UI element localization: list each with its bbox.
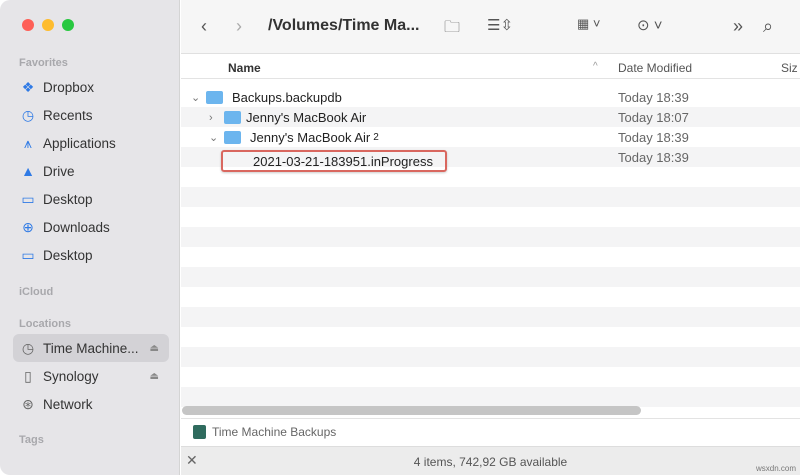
column-header: Name ^ Date Modified Siz	[181, 55, 800, 79]
folder-icon: ▭	[21, 246, 35, 263]
sidebar-item-label: Time Machine...	[43, 340, 139, 356]
file-name: Jenny's MacBook Air	[250, 130, 371, 145]
horizontal-scrollbar[interactable]	[182, 406, 641, 415]
favorites-heading: Favorites	[19, 57, 68, 69]
close-window-button[interactable]	[22, 19, 34, 31]
sidebar-item-label: Desktop	[43, 247, 93, 263]
locations-heading: Locations	[19, 318, 71, 330]
icloud-heading: iCloud	[19, 286, 54, 298]
sidebar-item-label: Downloads	[43, 219, 110, 235]
path-bar: Time Machine Backups	[181, 418, 800, 445]
file-name: Backups.backupdb	[232, 90, 342, 105]
back-button[interactable]: ‹	[201, 16, 207, 37]
sidebar-item-label: Synology	[43, 368, 99, 384]
table-row[interactable]: › Jenny's MacBook Air Today 18:07	[181, 107, 800, 127]
sidebar-item-label: Drive	[43, 163, 75, 179]
toolbar: ‹ › /Volumes/Time Ma... 🗀 ☰⇳ ▦ ˅ ⊙ ˅ » ⌕	[181, 0, 800, 54]
date-modified: Today 18:39	[618, 130, 689, 145]
file-name: Jenny's MacBook Air	[246, 110, 367, 125]
document-icon: ▯	[24, 367, 32, 384]
folder-icon	[224, 111, 241, 124]
date-modified: Today 18:07	[618, 110, 689, 125]
chevron-down-icon[interactable]: ⌄	[209, 131, 219, 144]
date-modified: Today 18:39	[618, 150, 689, 165]
chevron-right-icon[interactable]: ›	[209, 112, 219, 124]
desktop-icon: ▭	[21, 190, 35, 207]
clock-icon: ◷	[21, 106, 35, 123]
sidebar-item-desktop-folder[interactable]: ▭ Desktop	[13, 241, 169, 269]
file-name: 2021-03-21-183951.inProgress	[253, 153, 433, 169]
download-icon: ⊕	[22, 218, 34, 235]
sidebar-item-label: Desktop	[43, 191, 93, 207]
sidebar-item-synology[interactable]: ▯ Synology ⏏	[13, 362, 169, 390]
status-bar: ✕ 4 items, 742,92 GB available wsxdn.com	[181, 446, 800, 475]
table-row[interactable]: ⌄ Jenny's MacBook Air 2 Today 18:39	[181, 127, 800, 147]
sidebar-item-network[interactable]: ⊛ Network	[13, 390, 169, 418]
sidebar: Favorites ❖ Dropbox ◷ Recents ⩚ Application…	[0, 0, 180, 475]
table-row[interactable]: ⌄ Backups.backupdb Today 18:39	[181, 87, 800, 107]
sidebar-item-label: Applications	[43, 135, 116, 151]
overflow-icon[interactable]: »	[733, 16, 743, 37]
sidebar-item-recents[interactable]: ◷ Recents	[13, 101, 169, 129]
date-modified: Today 18:39	[618, 90, 689, 105]
zoom-window-button[interactable]	[62, 19, 74, 31]
file-name-suffix: 2	[373, 132, 379, 143]
column-date-modified[interactable]: Date Modified	[618, 61, 692, 75]
folder-icon	[206, 91, 223, 104]
folder-icon	[224, 131, 241, 144]
dropbox-icon: ❖	[21, 78, 35, 95]
sidebar-item-drive[interactable]: ▲ Drive	[13, 157, 169, 185]
minimize-window-button[interactable]	[42, 19, 54, 31]
eject-icon[interactable]: ⏏	[150, 371, 159, 382]
table-row[interactable]: 2021-03-21-183951.inProgress Today 18:39	[181, 147, 800, 172]
watermark: wsxdn.com	[755, 464, 796, 473]
sidebar-item-applications[interactable]: ⩚ Applications	[13, 129, 169, 157]
tags-heading: Tags	[19, 434, 44, 446]
path-item[interactable]: Time Machine Backups	[212, 425, 336, 439]
applications-icon: ⩚	[24, 134, 32, 151]
sidebar-item-time-machine[interactable]: ◷ Time Machine... ⏏	[13, 334, 169, 362]
sidebar-item-label: Network	[43, 396, 93, 412]
list-view-icon[interactable]: ☰⇳	[487, 16, 513, 34]
search-icon[interactable]: ⌕	[763, 16, 773, 37]
new-folder-icon[interactable]: 🗀	[444, 16, 460, 43]
sidebar-item-dropbox[interactable]: ❖ Dropbox	[13, 73, 169, 101]
group-icon[interactable]: ▦ ˅	[577, 16, 601, 32]
time-machine-drive-icon	[193, 425, 206, 439]
highlight-box: 2021-03-21-183951.inProgress	[221, 150, 447, 172]
window-controls	[22, 19, 74, 31]
more-actions-icon[interactable]: ⊙ ˅	[637, 16, 663, 34]
sort-ascending-icon[interactable]: ^	[593, 61, 598, 72]
sidebar-item-label: Recents	[43, 107, 93, 123]
google-drive-icon: ▲	[21, 163, 35, 179]
column-size[interactable]: Siz	[781, 61, 798, 75]
window-title: /Volumes/Time Ma...	[268, 17, 420, 34]
sidebar-item-desktop[interactable]: ▭ Desktop	[13, 185, 169, 213]
sidebar-item-label: Dropbox	[43, 79, 95, 95]
chevron-down-icon[interactable]: ⌄	[191, 91, 201, 104]
sidebar-item-downloads[interactable]: ⊕ Downloads	[13, 213, 169, 241]
network-icon: ⊛	[22, 395, 34, 412]
time-machine-icon: ◷	[21, 339, 35, 356]
column-name[interactable]: Name	[228, 61, 261, 75]
status-text: 4 items, 742,92 GB available	[413, 455, 568, 469]
eject-icon[interactable]: ⏏	[150, 343, 159, 354]
forward-button[interactable]: ›	[236, 16, 242, 37]
